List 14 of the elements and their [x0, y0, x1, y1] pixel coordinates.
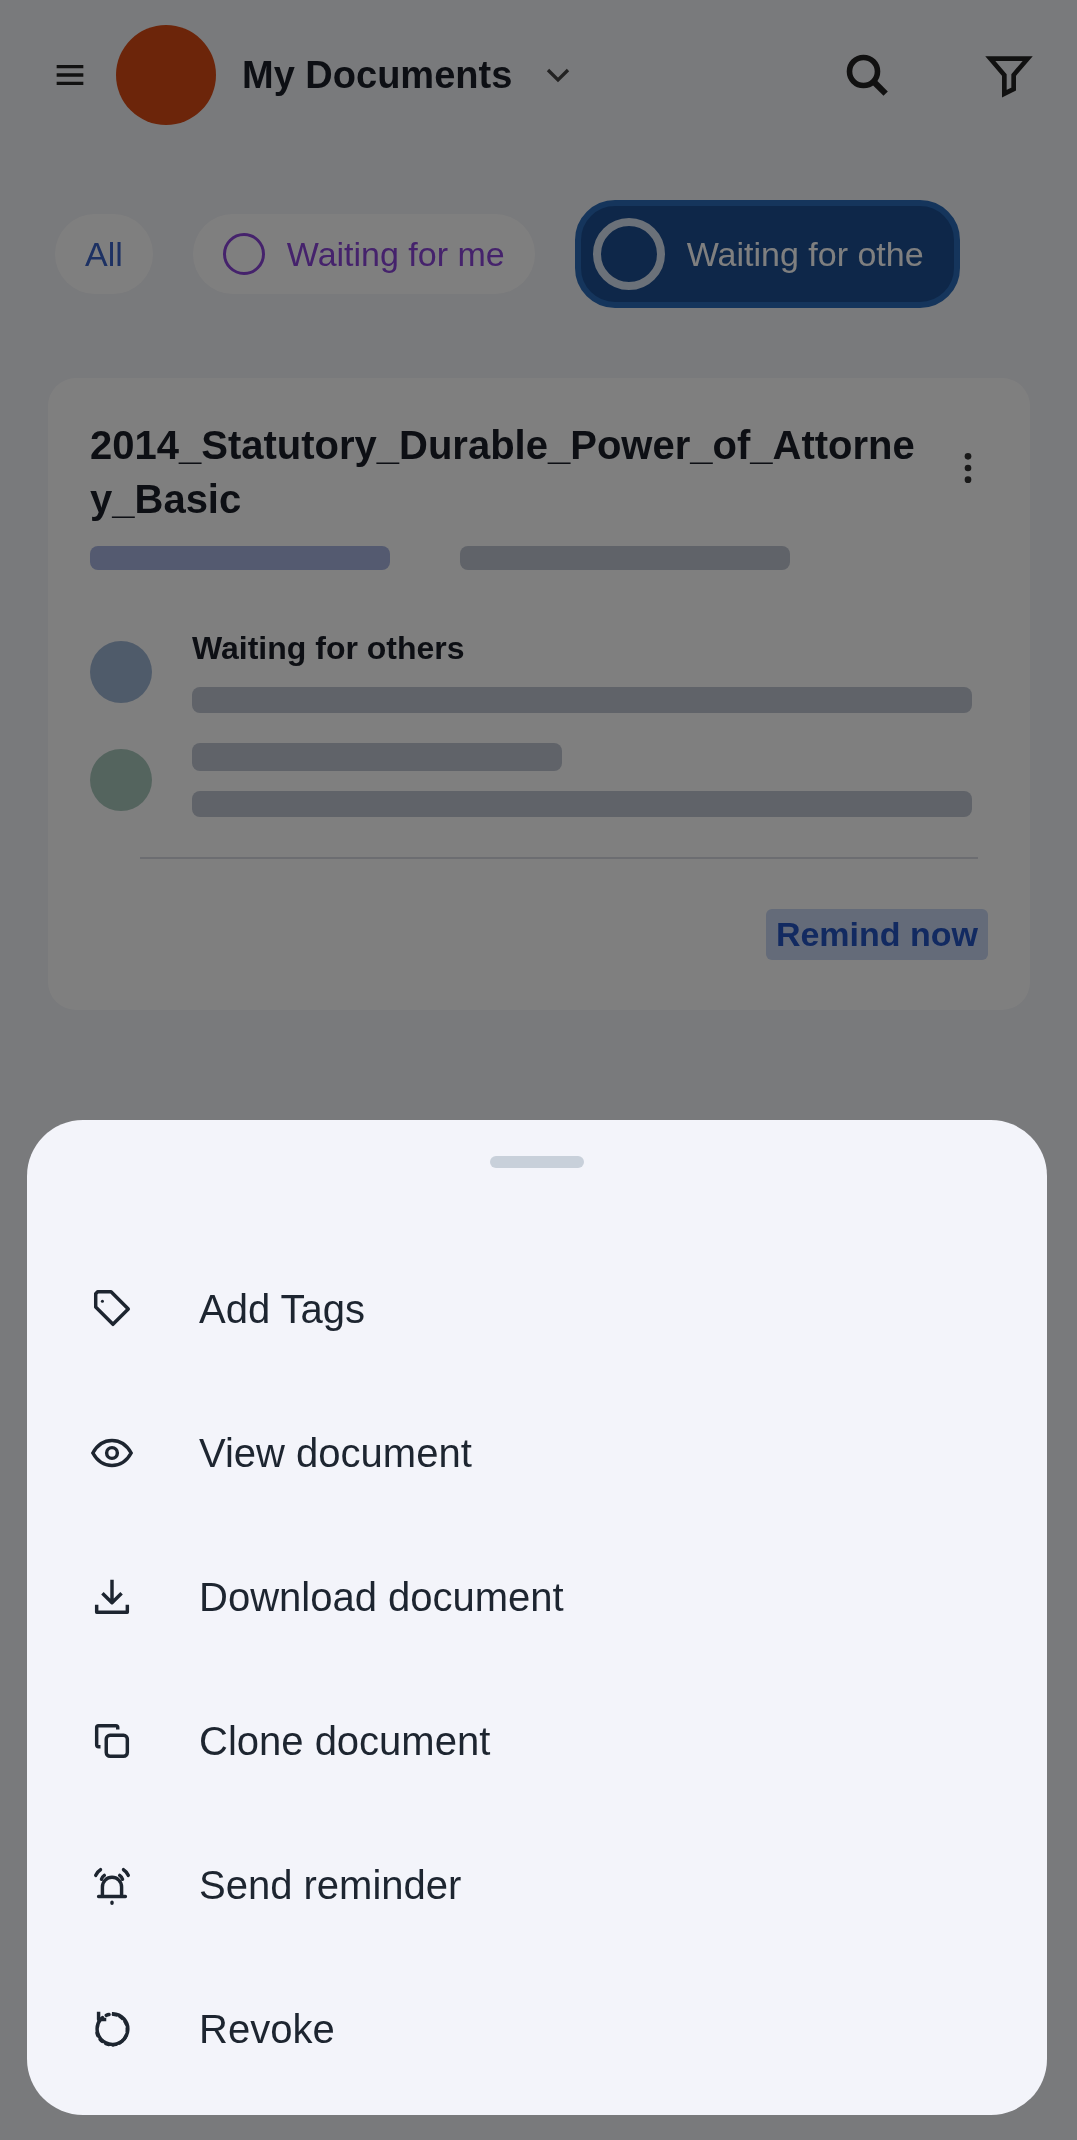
- drag-handle[interactable]: [490, 1156, 584, 1168]
- document-card[interactable]: 2014_Statutory_Durable_Power_of_Attorney_Basic Waiting for others Remind now: [48, 378, 1030, 1010]
- menu-item[interactable]: Revoke: [27, 1957, 1047, 2101]
- menu-item[interactable]: Send reminder: [27, 1813, 1047, 1957]
- event-title: Waiting for others: [192, 630, 466, 667]
- menu-item[interactable]: Clone document: [27, 1669, 1047, 1813]
- status-icon: [222, 233, 265, 275]
- menu-item[interactable]: Download document: [27, 1525, 1047, 1669]
- filter-chip[interactable]: Waiting for othe: [574, 200, 960, 308]
- document-title: 2014_Statutory_Durable_Power_of_Attorney_Basic: [90, 422, 916, 523]
- header-title[interactable]: My Documents: [242, 53, 513, 97]
- menu-item[interactable]: Add Tags: [27, 1237, 1047, 1381]
- status-icon: [592, 218, 665, 290]
- menu-item[interactable]: View document: [27, 1381, 1047, 1525]
